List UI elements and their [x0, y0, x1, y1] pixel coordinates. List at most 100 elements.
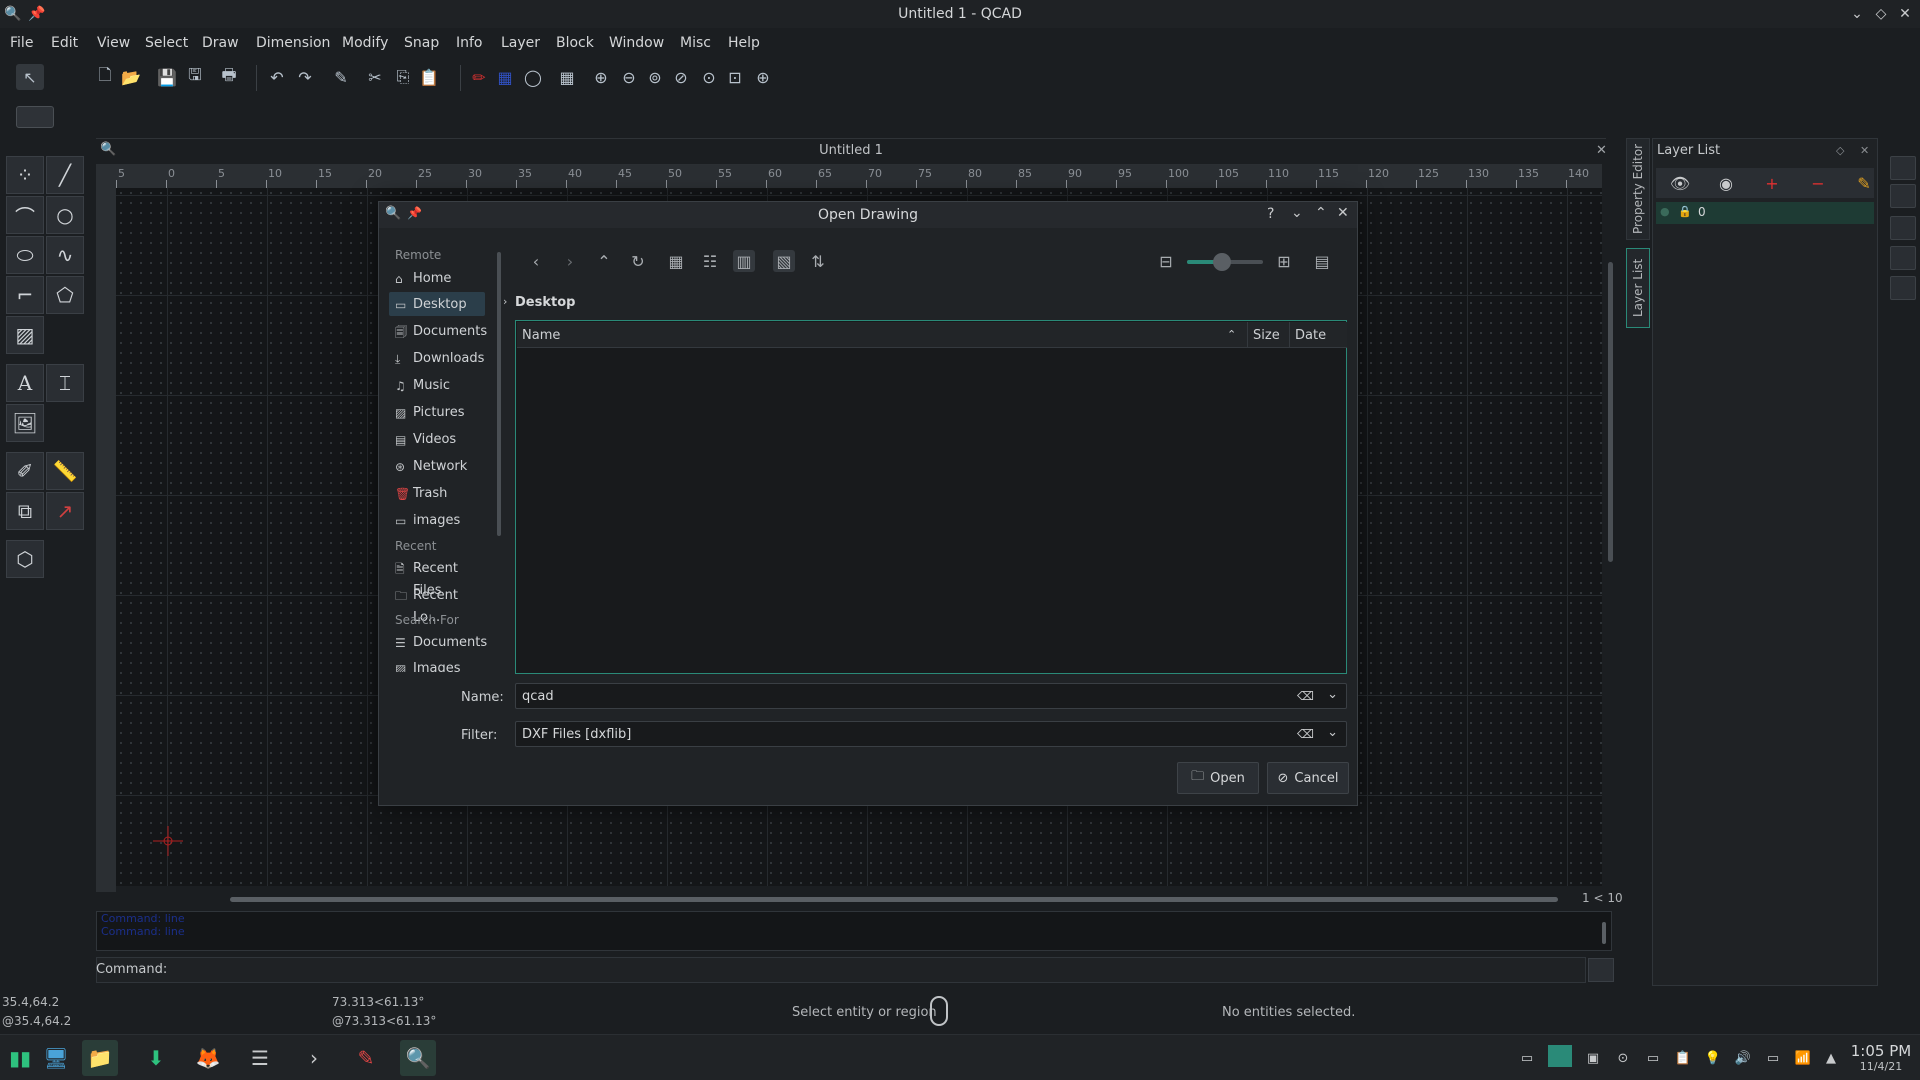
sort-icon[interactable]: ⇅: [807, 250, 829, 272]
clock-time[interactable]: 1:05 PM: [1846, 1042, 1916, 1060]
select-pointer-icon[interactable]: ↖: [16, 64, 44, 90]
3d-box-icon[interactable]: ⬡: [6, 540, 44, 578]
dock-widget-icon[interactable]: [1890, 156, 1916, 180]
menu-layer[interactable]: Layer: [501, 35, 540, 51]
view-list-icon[interactable]: [1890, 276, 1916, 300]
reload-icon[interactable]: ↻: [627, 250, 649, 272]
forward-icon[interactable]: ›: [559, 250, 581, 272]
print-icon[interactable]: 🖶: [216, 64, 242, 90]
layer-row[interactable]: ● 🔒 0: [1656, 202, 1874, 224]
drawing-app-icon[interactable]: ✎: [348, 1040, 384, 1076]
filter-dropdown-icon[interactable]: ⌄: [1327, 725, 1338, 740]
layer-lock-icon[interactable]: 🔒: [1678, 205, 1692, 218]
open-button[interactable]: 🗀 Open: [1177, 762, 1259, 794]
dimension-icon[interactable]: ⌶: [46, 364, 84, 402]
image-icon[interactable]: 🖼: [6, 404, 44, 442]
system-settings-icon[interactable]: 🖥: [38, 1040, 74, 1076]
zoom-window-icon[interactable]: ⊡: [722, 64, 748, 90]
preview-toggle-icon[interactable]: ▧: [773, 250, 795, 272]
zoom-pan-icon[interactable]: ⊕: [750, 64, 776, 90]
command-input[interactable]: [96, 957, 1586, 983]
system-monitor-icon[interactable]: ☰: [242, 1040, 278, 1076]
vertical-scrollbar[interactable]: [1608, 262, 1613, 562]
measure-icon[interactable]: 📏: [46, 452, 84, 490]
back-icon[interactable]: ‹: [525, 250, 547, 272]
place-documents[interactable]: 🗐 Documents: [389, 321, 489, 343]
save-icon[interactable]: 💾: [154, 64, 180, 90]
redo-icon[interactable]: ↷: [292, 64, 318, 90]
place-network[interactable]: ⊛ Network: [389, 456, 489, 478]
column-name[interactable]: Name: [522, 328, 560, 343]
command-options-button[interactable]: [1588, 958, 1614, 982]
place-pictures[interactable]: ▨ Pictures: [389, 402, 489, 424]
parent-folder-icon[interactable]: ⌃: [593, 250, 615, 272]
block-icon[interactable]: ⧉: [6, 492, 44, 530]
app-menu-icon[interactable]: ▮▮: [2, 1040, 38, 1076]
breadcrumb-chevron-icon[interactable]: ›: [503, 295, 507, 308]
pen-icon[interactable]: ✏: [466, 64, 492, 90]
close-panel-icon[interactable]: ✕: [1860, 144, 1869, 157]
hatch-icon[interactable]: ▨: [6, 316, 44, 354]
zoom-previous-icon[interactable]: ⊘: [668, 64, 694, 90]
file-list[interactable]: Name ⌃ Size Date: [515, 320, 1347, 674]
filter-select[interactable]: DXF Files [dxflib] ⌫ ⌄: [515, 721, 1347, 747]
icons-view-icon[interactable]: ▦: [665, 250, 687, 272]
points-icon[interactable]: ⁘: [6, 156, 44, 194]
remove-layer-icon[interactable]: −: [1798, 170, 1838, 196]
menu-draw[interactable]: Draw: [202, 35, 239, 51]
software-updater-icon[interactable]: ⬇: [138, 1040, 174, 1076]
menu-window[interactable]: Window: [609, 35, 664, 51]
menu-snap[interactable]: Snap: [404, 35, 439, 51]
menu-select[interactable]: Select: [145, 35, 188, 51]
paste-icon[interactable]: 📋: [416, 64, 442, 90]
terminal-tray-icon[interactable]: ▭: [1644, 1049, 1662, 1067]
maximize-icon[interactable]: ◇: [1872, 5, 1890, 23]
horizontal-scrollbar[interactable]: [230, 897, 1558, 902]
copy-icon[interactable]: ⎘: [390, 64, 416, 90]
compact-view-icon[interactable]: ☷: [699, 250, 721, 272]
sort-ascending-icon[interactable]: ⌃: [1227, 328, 1236, 341]
zoom-selection-icon[interactable]: ⊙: [696, 64, 722, 90]
document-close-icon[interactable]: ✕: [1596, 143, 1607, 158]
name-dropdown-icon[interactable]: ⌄: [1327, 687, 1338, 702]
volume-icon[interactable]: 🔊: [1734, 1049, 1752, 1067]
dialog-close-icon[interactable]: ✕: [1337, 205, 1349, 221]
add-layer-icon[interactable]: +: [1752, 170, 1792, 196]
save-as-icon[interactable]: 🖫: [182, 64, 208, 90]
cancel-button[interactable]: ⊘ Cancel: [1267, 762, 1349, 794]
arc-icon[interactable]: ⌒: [6, 196, 44, 234]
spline-icon[interactable]: ∿: [46, 236, 84, 274]
breadcrumb[interactable]: Desktop: [515, 295, 575, 310]
layer-visible-icon[interactable]: ●: [1660, 205, 1670, 218]
new-file-icon[interactable]: 🗋: [92, 64, 118, 90]
place-recent-locations[interactable]: 🗀 Recent Lo...: [389, 585, 489, 625]
clipboard-icon[interactable]: 📋: [1674, 1049, 1692, 1067]
terminal-icon[interactable]: ›: [296, 1040, 332, 1076]
ellipse-icon[interactable]: ⬭: [6, 236, 44, 274]
minimize-icon[interactable]: ⌄: [1848, 5, 1866, 23]
place-images-folder[interactable]: ▭ images: [389, 510, 489, 532]
edit-layer-icon[interactable]: ✎: [1844, 170, 1884, 196]
zoom-out-icon[interactable]: ⊖: [616, 64, 642, 90]
eraser-icon[interactable]: ✎: [328, 64, 354, 90]
dock-widget-icon[interactable]: [1890, 184, 1916, 208]
menu-modify[interactable]: Modify: [342, 35, 388, 51]
menu-file[interactable]: File: [10, 35, 33, 51]
clear-filter-icon[interactable]: ⌫: [1297, 727, 1314, 741]
filename-input[interactable]: qcad ⌫ ⌄: [515, 683, 1347, 709]
float-panel-icon[interactable]: ◇: [1836, 144, 1844, 157]
battery-icon[interactable]: ▭: [1764, 1049, 1782, 1067]
hide-all-layers-icon[interactable]: ◉: [1706, 170, 1746, 196]
menu-block[interactable]: Block: [556, 35, 594, 51]
clear-name-icon[interactable]: ⌫: [1297, 689, 1314, 703]
slider-handle[interactable]: [1213, 253, 1231, 271]
zoom-auto-icon[interactable]: ⊚: [642, 64, 668, 90]
show-all-layers-icon[interactable]: 👁: [1660, 170, 1700, 196]
circle-toggle-icon[interactable]: ◯: [520, 64, 546, 90]
zoom-out-thumbnails-icon[interactable]: ⊟: [1155, 250, 1177, 272]
dialog-maximize-icon[interactable]: ⌃: [1315, 205, 1327, 221]
menu-edit[interactable]: Edit: [51, 35, 78, 51]
menu-info[interactable]: Info: [456, 35, 483, 51]
history-scrollbar[interactable]: [1602, 922, 1606, 944]
text-icon[interactable]: A: [6, 364, 44, 402]
